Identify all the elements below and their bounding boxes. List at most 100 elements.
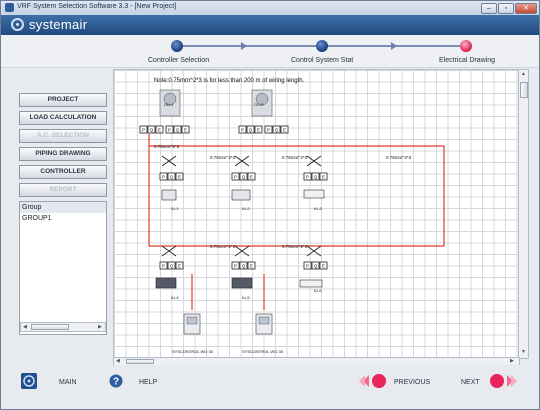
outdoor-unit-label: OU-1 (164, 102, 174, 107)
help-label[interactable]: HELP (139, 379, 157, 386)
indoor-unit-label: IU-2 (242, 206, 250, 211)
terminal-letter: Q (176, 128, 180, 133)
group-list-item[interactable]: GROUP1 (20, 213, 106, 224)
step-dot-electrical-drawing[interactable] (460, 40, 472, 52)
restore-button[interactable]: ▫ (498, 3, 514, 14)
previous-label[interactable]: PREVIOUS (394, 379, 430, 386)
canvas-vertical-scrollbar[interactable]: ▲ ▼ (518, 69, 529, 359)
step-label: Control System Stat (291, 57, 354, 64)
indoor-unit-label: IU-3 (314, 206, 322, 211)
indoor-unit-label: IU-5 (242, 295, 250, 300)
controller-screen-icon (186, 316, 198, 325)
app-icon (5, 3, 14, 12)
terminal-letter: P (162, 175, 165, 180)
terminal-letter: E (250, 175, 253, 180)
terminal-letter: P (142, 128, 145, 133)
next-label[interactable]: NEXT (461, 379, 480, 386)
indoor-unit-label: IU-1 (171, 206, 179, 211)
scroll-up-icon[interactable]: ▲ (521, 71, 526, 77)
terminal-letter: E (158, 128, 161, 133)
wall-unit-icon (299, 279, 323, 288)
terminal-letter: P (241, 128, 244, 133)
outdoor-unit-label: OU-2 (254, 102, 264, 107)
scrollbar-thumb[interactable] (126, 359, 154, 364)
step-arrow-icon (241, 42, 247, 50)
systemair-logo-icon (11, 18, 24, 31)
scroll-down-icon[interactable]: ▼ (521, 349, 526, 355)
terminal-letter: Q (150, 128, 154, 133)
terminal-letter: P (306, 175, 309, 180)
svg-text:?: ? (113, 377, 119, 388)
indoor-unit-label: IU-6 (314, 288, 322, 293)
scrollbar-thumb[interactable] (31, 324, 69, 330)
help-icon[interactable]: ? (109, 374, 123, 388)
indoor-unit-label: IU-4 (171, 295, 179, 300)
terminal-letter: Q (314, 264, 318, 269)
terminal-letter: E (250, 264, 253, 269)
terminal-letter: E (178, 264, 181, 269)
controller-screen-icon (258, 316, 270, 325)
duct-unit-icon (155, 277, 177, 289)
nav-ac-selection-button: A.C. SELECTION (19, 129, 107, 143)
nav-load-calculation-button[interactable]: LOAD CALCULATION (19, 111, 107, 125)
nav-project-button[interactable]: PROJECT (19, 93, 107, 107)
terminal-letter: Q (242, 264, 246, 269)
step-label: Electrical Drawing (439, 57, 496, 64)
wire-label: 0.75mm^2*3 (282, 244, 308, 249)
nav-piping-drawing-button[interactable]: PIPING DRAWING (19, 147, 107, 161)
terminal-letter: Q (275, 128, 279, 133)
power-wire (148, 134, 445, 247)
left-panel: PROJECT LOAD CALCULATION A.C. SELECTION … (13, 69, 111, 355)
terminal-letter: P (234, 264, 237, 269)
scroll-right-icon[interactable]: ▶ (510, 358, 514, 364)
controller-label: SYSCONTROL WO 30 (172, 349, 213, 354)
brand-bar: systemair (1, 15, 539, 35)
duct-unit-icon (231, 277, 253, 289)
minimize-button[interactable]: – (481, 3, 497, 14)
terminal-letter: P (168, 128, 171, 133)
terminal-letter: P (267, 128, 270, 133)
group-list-scrollbar[interactable]: ◀ ▶ (20, 322, 106, 332)
terminal-letter: Q (314, 175, 318, 180)
bottom-bar: MAIN ? HELP PREVIOUS NEXT (1, 365, 539, 409)
wire-label: 0.75mm^2*3 (210, 155, 236, 160)
wire-label: 0.75mm^2*3 (210, 244, 236, 249)
group-list-header[interactable]: Group (20, 202, 106, 213)
controller-label: SYSCONTROL WO 30 (242, 349, 283, 354)
terminal-letter: Q (249, 128, 253, 133)
step-arrow-icon (391, 42, 397, 50)
terminal-letter: P (306, 264, 309, 269)
step-label: Controller Selection (148, 57, 210, 64)
cassette-unit-icon (231, 189, 251, 201)
close-button[interactable]: ✕ (515, 3, 537, 14)
scroll-right-icon[interactable]: ▶ (98, 324, 102, 330)
cassette-unit-icon (161, 189, 177, 201)
step-dot-control-system[interactable] (316, 40, 328, 52)
terminal-letter: E (178, 175, 181, 180)
wall-unit-icon (303, 189, 325, 199)
window-title: VRF System Selection Software 3.3 - [New… (17, 3, 177, 10)
app-window: VRF System Selection Software 3.3 - [New… (0, 0, 540, 410)
scroll-left-icon[interactable]: ◀ (23, 324, 27, 330)
group-list: Group GROUP1 ◀ ▶ (19, 201, 107, 335)
terminal-letter: E (257, 128, 260, 133)
scrollbar-thumb[interactable] (520, 82, 528, 98)
previous-icon[interactable] (359, 373, 387, 389)
wire-label: 0.75mm^2*3 (154, 144, 180, 149)
main-icon[interactable] (21, 373, 37, 389)
wiring-diagram: P Q E P Q E P Q E P Q EP Q E P Q E P Q EP Q E P Q E P Q E (139, 89, 445, 335)
terminal-letter: P (234, 175, 237, 180)
wire-label: 0.75mm^2*3 (386, 155, 412, 160)
nav-controller-button[interactable]: CONTROLLER (19, 165, 107, 179)
scroll-left-icon[interactable]: ◀ (116, 358, 120, 364)
terminal-letter: Q (242, 175, 246, 180)
electrical-drawing-canvas[interactable]: Note:0.75mm^2*3 is for less than 200 m o… (113, 69, 520, 359)
next-icon[interactable] (489, 373, 517, 389)
terminal-letter: E (322, 175, 325, 180)
terminal-letter: E (184, 128, 187, 133)
terminal-letter: E (322, 264, 325, 269)
terminal-letter: E (283, 128, 286, 133)
step-dot-controller-selection[interactable] (171, 40, 183, 52)
nav-report-button: REPORT (19, 183, 107, 197)
main-label[interactable]: MAIN (59, 379, 77, 386)
